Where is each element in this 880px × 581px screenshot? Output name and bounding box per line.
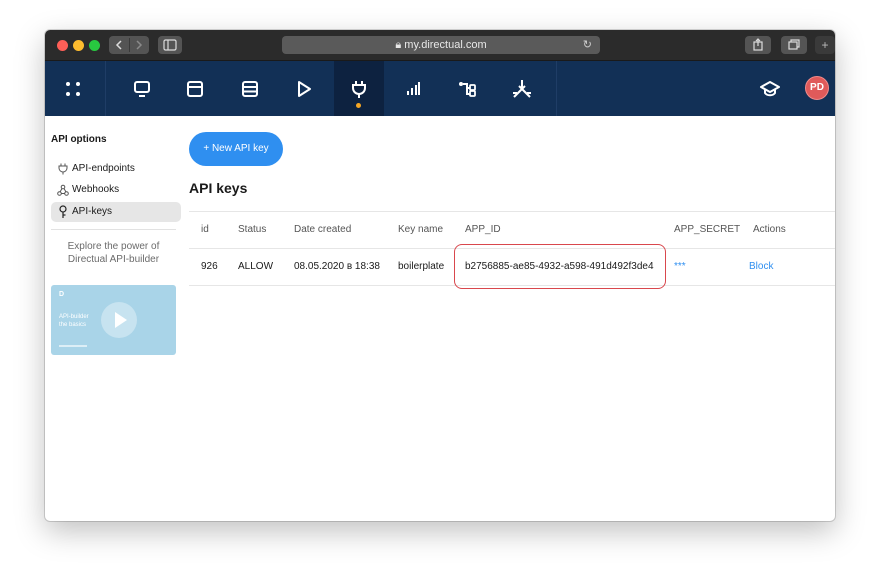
- app-id-highlight: [454, 244, 666, 289]
- app-navbar: PD: [45, 61, 835, 116]
- apps-grid-icon: [66, 81, 80, 96]
- sidebar-item-label: API-keys: [72, 206, 113, 217]
- nav-apps[interactable]: [48, 61, 98, 116]
- sidebar-item-api-endpoints[interactable]: API-endpoints: [51, 159, 181, 179]
- cell-date-created: 08.05.2020 в 18:38: [294, 261, 380, 272]
- cell-key-name: boilerplate: [398, 261, 445, 272]
- address-bar[interactable]: 🔒︎ my.directual.com ↻: [282, 36, 600, 54]
- database-icon: [242, 80, 258, 97]
- nav-database[interactable]: [225, 61, 275, 116]
- sidebar-icon: [163, 39, 177, 51]
- nav-integrations[interactable]: [442, 61, 492, 116]
- user-avatar[interactable]: PD: [805, 76, 829, 100]
- browser-titlebar: 🔒︎ my.directual.com ↻ +: [45, 30, 835, 61]
- monitor-icon: [134, 80, 150, 97]
- window-icon: [187, 80, 203, 97]
- minimize-window-button[interactable]: [73, 40, 84, 51]
- column-header-id: id: [201, 224, 209, 235]
- cell-app-secret[interactable]: ***: [674, 261, 686, 272]
- sidebar-divider: [51, 229, 176, 230]
- sidebar-promo-text: Explore the power of Directual API-build…: [51, 240, 176, 266]
- lock-icon: 🔒︎: [395, 39, 402, 51]
- zoom-window-button[interactable]: [89, 40, 100, 51]
- share-icon: [753, 38, 763, 51]
- plus-icon: +: [821, 38, 829, 52]
- share-button[interactable]: [745, 36, 771, 54]
- chevron-right-icon: [136, 40, 143, 50]
- new-api-key-button[interactable]: + New API key: [189, 132, 283, 166]
- column-header-actions: Actions: [753, 224, 786, 235]
- promo-line-2: Directual API-builder: [67, 254, 160, 265]
- nav-web-pages[interactable]: [117, 61, 167, 116]
- tab-overview-button[interactable]: [781, 36, 807, 54]
- back-button[interactable]: [109, 36, 129, 54]
- tabs-icon: [788, 39, 800, 50]
- column-header-key-name: Key name: [398, 224, 444, 235]
- column-header-status: Status: [238, 224, 267, 235]
- column-header-app-secret: APP_SECRET: [674, 224, 741, 235]
- active-indicator-dot: [356, 103, 361, 108]
- play-icon: [298, 80, 311, 97]
- flow-icon: [459, 81, 476, 97]
- new-tab-button[interactable]: +: [815, 36, 835, 54]
- table-row: 926 ALLOW 08.05.2020 в 18:38 boilerplate…: [189, 244, 835, 289]
- browser-window: 🔒︎ my.directual.com ↻ + PD API options A…: [45, 30, 835, 521]
- key-icon: [56, 202, 70, 222]
- bar-chart-icon: [407, 81, 420, 95]
- play-icon[interactable]: [101, 302, 137, 338]
- sidebar-item-label: Webhooks: [72, 184, 120, 195]
- nav-scenarios[interactable]: [279, 61, 329, 116]
- sidebar-item-label: API-endpoints: [72, 163, 135, 174]
- plug-icon: [352, 80, 366, 98]
- chevron-left-icon: [115, 40, 122, 50]
- history-nav: [109, 36, 149, 54]
- promo-line-1: Explore the power of: [67, 241, 160, 252]
- nav-layouts[interactable]: [170, 61, 220, 116]
- reload-icon[interactable]: ↻: [583, 36, 592, 54]
- nav-sync[interactable]: [497, 61, 547, 116]
- column-header-app-id: APP_ID: [465, 224, 501, 235]
- close-window-button[interactable]: [57, 40, 68, 51]
- sidebar-item-api-keys[interactable]: API-keys: [51, 202, 181, 222]
- graduation-cap-icon: [760, 80, 780, 96]
- nav-analytics[interactable]: [388, 61, 438, 116]
- sidebar-item-webhooks[interactable]: Webhooks: [51, 180, 181, 200]
- nav-academy[interactable]: [745, 61, 795, 116]
- promo-logo: D: [59, 291, 65, 298]
- forward-button[interactable]: [129, 36, 149, 54]
- sidebar-toggle-button[interactable]: [158, 36, 182, 54]
- sync-icon: [513, 79, 531, 98]
- block-link[interactable]: Block: [749, 261, 773, 272]
- column-header-date-created: Date created: [294, 224, 352, 235]
- nav-api[interactable]: [334, 61, 384, 116]
- address-text: my.directual.com: [404, 39, 487, 51]
- webhook-icon: [56, 180, 70, 200]
- cell-id: 926: [201, 261, 218, 272]
- promo-card-caption: API-builder the basics: [59, 314, 89, 328]
- page-title: API keys: [189, 180, 248, 196]
- plug-icon: [56, 159, 70, 179]
- promo-video-card[interactable]: D API-builder the basics: [51, 285, 176, 355]
- sidebar-title: API options: [51, 134, 107, 145]
- cell-status: ALLOW: [238, 261, 274, 272]
